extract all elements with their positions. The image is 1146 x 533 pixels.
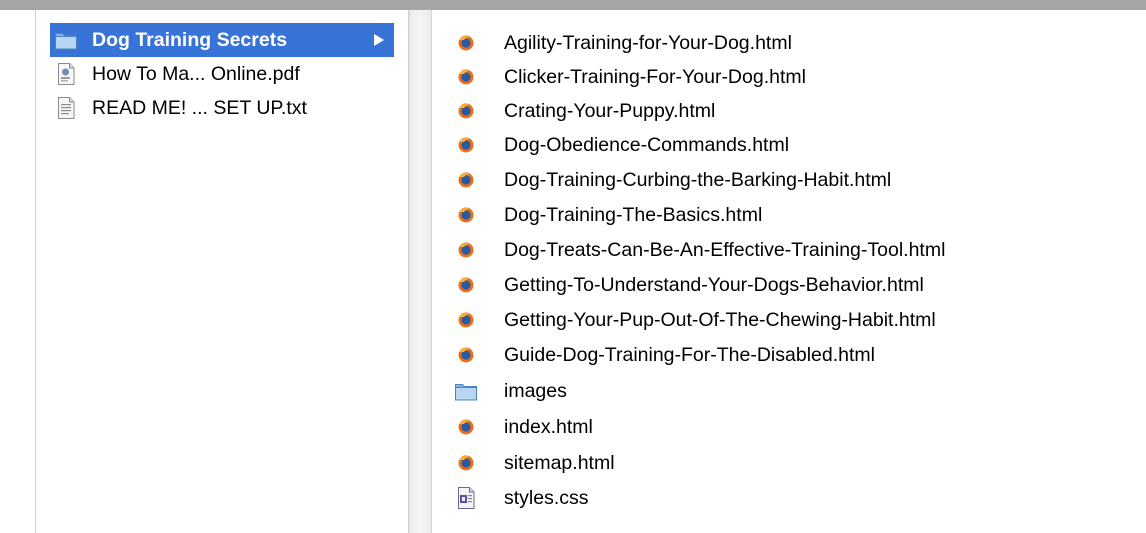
sidebar-item-label: Dog Training Secrets xyxy=(92,28,288,51)
html-file-icon xyxy=(454,308,478,332)
file-label: styles.css xyxy=(504,486,589,509)
left-column-edge xyxy=(0,10,36,533)
html-file-icon xyxy=(454,238,478,262)
browser-column-2: Agility-Training-for-Your-Dog.html Click… xyxy=(432,10,1146,533)
file-row-html[interactable]: Getting-Your-Pup-Out-Of-The-Chewing-Habi… xyxy=(444,303,1134,337)
css-file-icon xyxy=(454,486,478,510)
html-file-icon xyxy=(454,133,478,157)
folder-icon xyxy=(54,28,78,52)
file-row-html[interactable]: sitemap.html xyxy=(444,446,1134,480)
html-file-icon xyxy=(454,203,478,227)
file-row-txt[interactable]: READ ME! ... SET UP.txt xyxy=(50,91,394,125)
pdf-file-icon xyxy=(54,62,78,86)
file-label: Dog-Treats-Can-Be-An-Effective-Training-… xyxy=(504,238,946,261)
html-file-icon xyxy=(454,65,478,89)
html-file-icon xyxy=(454,273,478,297)
file-row-html[interactable]: Dog-Training-The-Basics.html xyxy=(444,198,1134,232)
file-row-html[interactable]: Dog-Obedience-Commands.html xyxy=(444,128,1134,162)
file-label: Dog-Training-The-Basics.html xyxy=(504,203,763,226)
disclosure-arrow-icon xyxy=(374,34,384,46)
file-row-html[interactable]: Getting-To-Understand-Your-Dogs-Behavior… xyxy=(444,268,1134,302)
file-row-html[interactable]: Agility-Training-for-Your-Dog.html xyxy=(444,26,1134,60)
file-row-html[interactable]: Dog-Training-Curbing-the-Barking-Habit.h… xyxy=(444,163,1134,197)
sidebar-item-label: How To Ma... Online.pdf xyxy=(92,62,300,85)
file-label: Clicker-Training-For-Your-Dog.html xyxy=(504,65,806,88)
file-label: Getting-To-Understand-Your-Dogs-Behavior… xyxy=(504,273,924,296)
file-label: Dog-Training-Curbing-the-Barking-Habit.h… xyxy=(504,168,892,191)
file-label: images xyxy=(504,379,567,402)
file-label: Guide-Dog-Training-For-The-Disabled.html xyxy=(504,343,875,366)
file-label: Crating-Your-Puppy.html xyxy=(504,99,716,122)
folder-icon xyxy=(454,379,478,403)
html-file-icon xyxy=(454,343,478,367)
file-label: Getting-Your-Pup-Out-Of-The-Chewing-Habi… xyxy=(504,308,936,331)
file-row-html[interactable]: Dog-Treats-Can-Be-An-Effective-Training-… xyxy=(444,233,1134,267)
html-file-icon xyxy=(454,99,478,123)
file-row-html[interactable]: index.html xyxy=(444,410,1134,444)
html-file-icon xyxy=(454,451,478,475)
window-top-border xyxy=(0,0,1146,10)
sidebar-item-label: READ ME! ... SET UP.txt xyxy=(92,96,307,119)
file-row-html[interactable]: Clicker-Training-For-Your-Dog.html xyxy=(444,60,1134,94)
folder-row-dog-training-secrets[interactable]: Dog Training Secrets xyxy=(50,23,394,57)
html-file-icon xyxy=(454,168,478,192)
html-file-icon xyxy=(454,415,478,439)
file-label: sitemap.html xyxy=(504,451,615,474)
html-file-icon xyxy=(454,31,478,55)
file-row-css[interactable]: styles.css xyxy=(444,481,1134,515)
browser-column-1: Dog Training Secrets How To Ma... Online… xyxy=(36,10,410,533)
file-row-html[interactable]: Guide-Dog-Training-For-The-Disabled.html xyxy=(444,338,1134,372)
file-label: Agility-Training-for-Your-Dog.html xyxy=(504,31,792,54)
file-row-pdf[interactable]: How To Ma... Online.pdf xyxy=(50,57,394,91)
text-file-icon xyxy=(54,96,78,120)
folder-row-images[interactable]: images xyxy=(444,374,1134,408)
file-row-html[interactable]: Crating-Your-Puppy.html xyxy=(444,94,1134,128)
file-label: index.html xyxy=(504,415,593,438)
column-resize-divider[interactable] xyxy=(408,10,432,533)
file-label: Dog-Obedience-Commands.html xyxy=(504,133,790,156)
